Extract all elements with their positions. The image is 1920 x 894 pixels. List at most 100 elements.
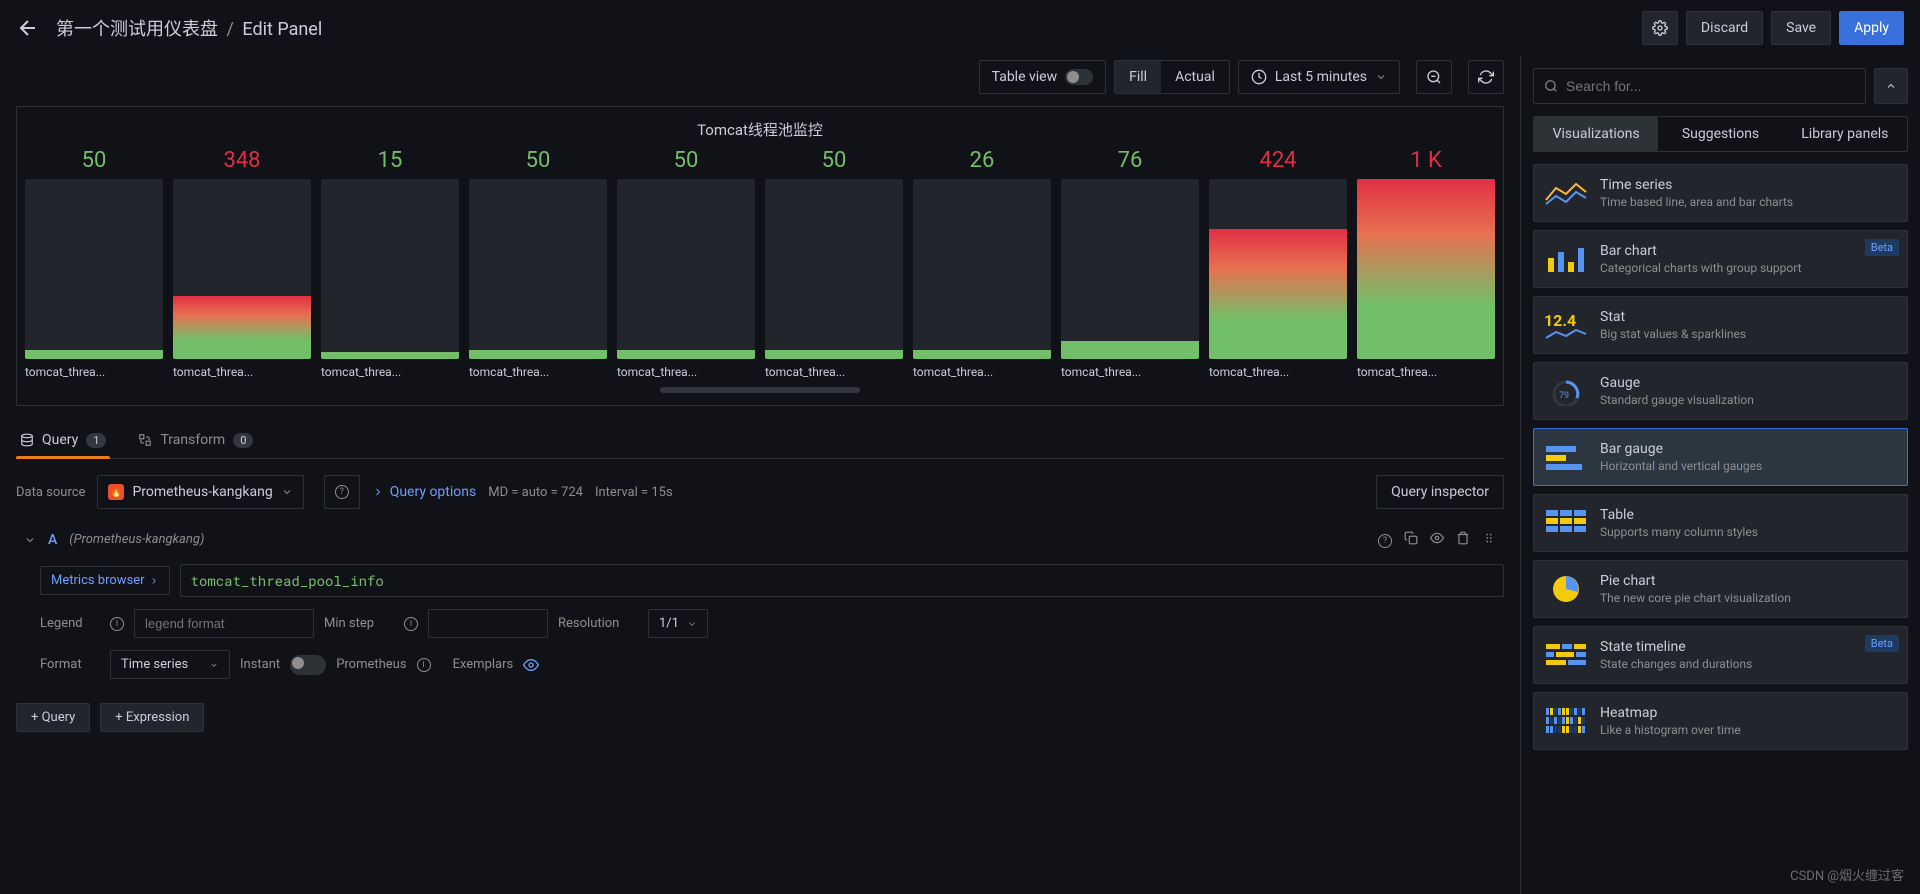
query-count-badge: 1	[86, 433, 106, 448]
help-icon[interactable]: ?	[1378, 531, 1392, 548]
legend-label: Legend	[40, 616, 100, 631]
bar-value: 50	[674, 148, 699, 173]
datasource-help-button[interactable]: ?	[324, 475, 360, 509]
info-icon[interactable]: i	[417, 658, 431, 672]
bar-fill	[1061, 341, 1199, 359]
bar-value: 1 K	[1410, 148, 1442, 173]
bar-label: tomcat_threa...	[321, 365, 459, 379]
time-range-label: Last 5 minutes	[1275, 69, 1367, 85]
bar-track	[321, 179, 459, 359]
add-query-button[interactable]: + Query	[16, 703, 90, 732]
exemplars-eye-icon[interactable]	[523, 657, 539, 673]
datasource-picker[interactable]: 🔥 Prometheus-kangkang	[97, 475, 303, 509]
toggle-switch[interactable]	[1065, 69, 1093, 85]
viz-item-time-series[interactable]: Time series Time based line, area and ba…	[1533, 164, 1908, 222]
query-options-toggle[interactable]: Query options	[372, 484, 477, 500]
tab-query[interactable]: Query 1	[16, 422, 110, 458]
chevron-right-icon	[149, 576, 159, 586]
query-ds-title: (Prometheus-kangkang)	[69, 532, 204, 547]
bar-fill	[25, 350, 163, 359]
viz-icon	[1544, 175, 1588, 211]
bar-fill	[1209, 229, 1347, 359]
copy-icon[interactable]	[1404, 531, 1418, 548]
minstep-input[interactable]	[428, 609, 548, 638]
viz-icon: 12.4	[1544, 307, 1588, 343]
query-letter[interactable]: A	[48, 532, 57, 548]
viz-item-stat[interactable]: 12.4 Stat Big stat values & sparklines	[1533, 296, 1908, 354]
viz-desc: Like a histogram over time	[1600, 723, 1897, 737]
time-range-picker[interactable]: Last 5 minutes	[1238, 60, 1400, 94]
zoom-out-button[interactable]	[1416, 60, 1452, 94]
viz-item-gauge[interactable]: 79 Gauge Standard gauge visualization	[1533, 362, 1908, 420]
table-view-toggle[interactable]: Table view	[979, 60, 1107, 94]
table-view-label: Table view	[992, 69, 1058, 85]
bar-label: tomcat_threa...	[25, 365, 163, 379]
tab-library-panels[interactable]: Library panels	[1783, 117, 1907, 151]
search-icon	[1544, 79, 1558, 93]
add-expression-button[interactable]: + Expression	[100, 703, 204, 732]
chevron-down-icon[interactable]	[24, 534, 36, 546]
apply-button[interactable]: Apply	[1839, 11, 1904, 45]
metric-expression-input[interactable]: tomcat_thread_pool_info	[180, 564, 1504, 597]
viz-desc: Standard gauge visualization	[1600, 393, 1897, 407]
edit-panel-label: Edit Panel	[242, 19, 322, 40]
bar-gauge-item: 50 tomcat_threa...	[617, 148, 755, 379]
viz-search-input[interactable]	[1566, 78, 1855, 94]
viz-icon	[1544, 241, 1588, 277]
viz-item-heatmap[interactable]: Heatmap Like a histogram over time	[1533, 692, 1908, 750]
back-button[interactable]	[16, 16, 40, 40]
query-options-label: Query options	[390, 484, 477, 500]
legend-input[interactable]	[134, 609, 314, 638]
fill-button[interactable]: Fill	[1115, 61, 1161, 93]
bar-value: 50	[526, 148, 551, 173]
svg-text:79: 79	[1559, 391, 1569, 401]
viz-name: Gauge	[1600, 375, 1897, 391]
bar-gauge-item: 15 tomcat_threa...	[321, 148, 459, 379]
instant-label: Instant	[240, 657, 280, 672]
bar-value: 50	[822, 148, 847, 173]
info-icon[interactable]: i	[110, 617, 124, 631]
resolution-select[interactable]: 1/1	[648, 609, 708, 638]
viz-name: Stat	[1600, 309, 1897, 325]
format-select[interactable]: Time series	[110, 650, 230, 679]
bar-track	[617, 179, 755, 359]
viz-item-pie-chart[interactable]: Pie chart The new core pie chart visuali…	[1533, 560, 1908, 618]
tab-visualizations[interactable]: Visualizations	[1534, 117, 1658, 151]
viz-search-box[interactable]	[1533, 68, 1866, 104]
datasource-name: Prometheus-kangkang	[132, 484, 272, 500]
settings-button[interactable]	[1642, 11, 1678, 45]
trash-icon[interactable]	[1456, 531, 1470, 548]
scrollbar-indicator[interactable]	[660, 387, 860, 393]
actual-button[interactable]: Actual	[1161, 61, 1229, 93]
transform-count-badge: 0	[233, 433, 253, 448]
tab-suggestions[interactable]: Suggestions	[1658, 117, 1782, 151]
bar-fill	[913, 350, 1051, 359]
metrics-browser-button[interactable]: Metrics browser	[40, 566, 170, 595]
save-button[interactable]: Save	[1771, 11, 1831, 45]
viz-item-state-timeline[interactable]: State timeline State changes and duratio…	[1533, 626, 1908, 684]
bar-fill	[173, 296, 311, 359]
bar-gauge-item: 26 tomcat_threa...	[913, 148, 1051, 379]
bar-gauge-item: 76 tomcat_threa...	[1061, 148, 1199, 379]
drag-handle-icon[interactable]	[1482, 531, 1496, 548]
query-inspector-button[interactable]: Query inspector	[1376, 475, 1504, 509]
viz-item-bar-chart[interactable]: Bar chart Categorical charts with group …	[1533, 230, 1908, 288]
tab-transform[interactable]: Transform 0	[134, 422, 257, 458]
format-label: Format	[40, 657, 100, 672]
bar-value: 76	[1118, 148, 1143, 173]
resolution-label: Resolution	[558, 616, 638, 631]
bar-label: tomcat_threa...	[173, 365, 311, 379]
collapse-sidebar-button[interactable]	[1874, 68, 1908, 104]
instant-toggle[interactable]	[290, 655, 326, 675]
discard-button[interactable]: Discard	[1686, 11, 1763, 45]
eye-icon[interactable]	[1430, 531, 1444, 548]
refresh-button[interactable]	[1468, 60, 1504, 94]
viz-icon	[1544, 637, 1588, 673]
dashboard-name[interactable]: 第一个测试用仪表盘	[56, 19, 218, 40]
viz-item-bar-gauge[interactable]: Bar gauge Horizontal and vertical gauges	[1533, 428, 1908, 486]
viz-icon	[1544, 571, 1588, 607]
viz-name: Heatmap	[1600, 705, 1897, 721]
viz-item-table[interactable]: Table Supports many column styles	[1533, 494, 1908, 552]
info-icon[interactable]: i	[404, 617, 418, 631]
bar-gauge-item: 348 tomcat_threa...	[173, 148, 311, 379]
